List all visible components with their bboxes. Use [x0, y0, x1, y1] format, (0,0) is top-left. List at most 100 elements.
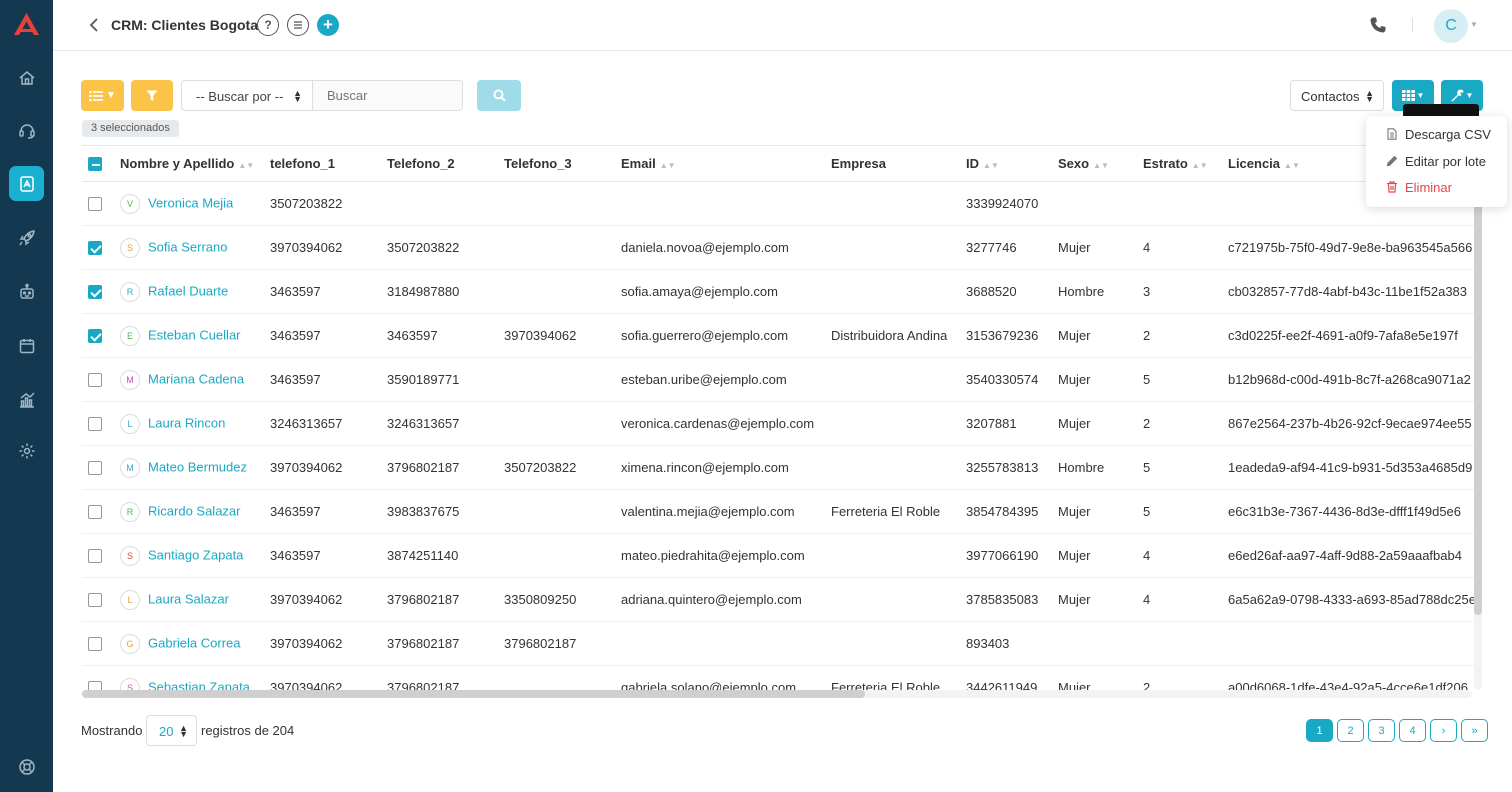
select-caret-icon: ▲ ▼	[293, 88, 302, 104]
column-header-id[interactable]: ID ▲▼	[960, 145, 1052, 182]
cell-telefono-2: 3507203822	[381, 225, 498, 270]
table-row[interactable]: M Mariana Cadena 3463597 3590189771 esteban.…	[82, 357, 1482, 402]
table-row[interactable]: R Rafael Duarte 3463597 3184987880 sofia.ama…	[82, 269, 1482, 314]
column-header-estrato[interactable]: Estrato ▲▼	[1137, 145, 1222, 182]
filter-button[interactable]	[131, 80, 173, 111]
row-checkbox[interactable]	[88, 329, 102, 344]
contact-name-link[interactable]: Laura Rincon	[148, 415, 225, 430]
list-options-button[interactable]: ▼	[81, 80, 124, 111]
sidebar-home-icon[interactable]	[9, 60, 44, 95]
search-input[interactable]	[313, 80, 463, 111]
cell-sexo: Hombre	[1052, 445, 1137, 490]
contact-name-link[interactable]: Ricardo Salazar	[148, 503, 241, 518]
table-row[interactable]: E Esteban Cuellar 3463597 3463597 3970394062…	[82, 313, 1482, 358]
trash-icon	[1387, 181, 1397, 193]
table-row[interactable]: G Gabriela Correa 3970394062 3796802187 3796…	[82, 621, 1482, 666]
row-checkbox[interactable]	[88, 505, 102, 520]
table-row[interactable]: V Veronica Mejia 3507203822 3339924070	[82, 181, 1482, 226]
page-button-3[interactable]: 3	[1368, 719, 1395, 742]
row-checkbox[interactable]	[88, 285, 102, 300]
add-button[interactable]: +	[317, 14, 339, 36]
page-last-button[interactable]: »	[1461, 719, 1488, 742]
column-header-sexo[interactable]: Sexo ▲▼	[1052, 145, 1137, 182]
select-all-checkbox[interactable]	[88, 157, 102, 172]
back-chevron-icon[interactable]	[87, 16, 101, 34]
view-select[interactable]: Contactos ▲ ▼	[1290, 80, 1384, 111]
contact-name-link[interactable]: Laura Salazar	[148, 591, 229, 606]
user-avatar[interactable]: C	[1434, 9, 1468, 43]
per-page-select[interactable]: 20 ▲ ▼	[146, 715, 197, 746]
page-button-4[interactable]: 4	[1399, 719, 1426, 742]
sidebar-chart-icon[interactable]	[9, 382, 44, 417]
column-header-telefono-2: Telefono_2	[381, 145, 498, 182]
sidebar-settings-icon[interactable]	[9, 433, 44, 468]
contact-name-link[interactable]: Mateo Bermudez	[148, 459, 247, 474]
sidebar-support-icon[interactable]	[9, 749, 44, 784]
column-header-name[interactable]: Nombre y Apellido ▲▼	[114, 145, 264, 182]
row-checkbox[interactable]	[88, 461, 102, 476]
row-checkbox[interactable]	[88, 549, 102, 564]
page-button-1[interactable]: 1	[1306, 719, 1333, 742]
row-checkbox[interactable]	[88, 593, 102, 608]
contact-initial: G	[120, 633, 140, 654]
contact-name-link[interactable]: Santiago Zapata	[148, 547, 243, 562]
cell-empresa	[825, 533, 960, 578]
cell-empresa: Ferreteria El Roble	[825, 489, 960, 534]
contact-name-link[interactable]: Gabriela Correa	[148, 635, 241, 650]
app-logo-icon[interactable]	[13, 12, 40, 36]
sidebar-robot-icon[interactable]	[9, 274, 44, 309]
help-button[interactable]: ?	[257, 14, 279, 36]
sidebar-rocket-icon[interactable]	[9, 220, 44, 255]
horizontal-scrollbar[interactable]	[82, 690, 1472, 698]
row-checkbox[interactable]	[88, 417, 102, 432]
list-view-button[interactable]	[287, 14, 309, 36]
cell-telefono-2: 3874251140	[381, 533, 498, 578]
contact-name-link[interactable]: Rafael Duarte	[148, 283, 228, 298]
search-field-select[interactable]: -- Buscar por -- ▲ ▼	[181, 80, 313, 111]
list-icon	[294, 21, 302, 29]
horizontal-scrollbar-thumb[interactable]	[82, 690, 865, 698]
sidebar-headset-icon[interactable]	[9, 112, 44, 147]
caret-down-icon: ▼	[1416, 91, 1425, 100]
contact-name-link[interactable]: Esteban Cuellar	[148, 327, 241, 342]
cell-name: S Sebastian Zapata	[114, 665, 264, 693]
page-button-2[interactable]: 2	[1337, 719, 1364, 742]
sidebar-crm-icon[interactable]	[9, 166, 44, 201]
avatar-caret-icon[interactable]: ▼	[1470, 20, 1478, 29]
column-header-email[interactable]: Email ▲▼	[615, 145, 825, 182]
table-row[interactable]: M Mateo Bermudez 3970394062 3796802187 35072…	[82, 445, 1482, 490]
cell-telefono-1: 3463597	[264, 489, 381, 534]
table-row[interactable]: S Santiago Zapata 3463597 3874251140 mateo.p…	[82, 533, 1482, 578]
phone-icon[interactable]	[1369, 16, 1387, 34]
sort-icon: ▲▼	[983, 161, 999, 170]
row-checkbox[interactable]	[88, 197, 102, 212]
table-row[interactable]: S Sebastian Zapata 3970394062 3796802187 gab…	[82, 665, 1482, 693]
menu-item-delete[interactable]: Eliminar	[1386, 178, 1452, 196]
cell-licencia: 6a5a62a9-0798-4333-a693-85ad788dc25e	[1222, 577, 1482, 622]
vertical-scrollbar-thumb[interactable]	[1474, 195, 1482, 615]
topbar-divider	[1412, 18, 1413, 32]
contact-name-link[interactable]: Veronica Mejia	[148, 195, 233, 210]
table-row[interactable]: L Laura Salazar 3970394062 3796802187 335080…	[82, 577, 1482, 622]
table-row[interactable]: R Ricardo Salazar 3463597 3983837675 valenti…	[82, 489, 1482, 534]
table-row[interactable]: L Laura Rincon 3246313657 3246313657 veronic…	[82, 401, 1482, 446]
row-checkbox[interactable]	[88, 637, 102, 652]
search-button[interactable]	[477, 80, 521, 111]
cell-empresa	[825, 577, 960, 622]
table-row[interactable]: S Sofia Serrano 3970394062 3507203822 daniel…	[82, 225, 1482, 270]
row-checkbox[interactable]	[88, 241, 102, 256]
cell-empresa	[825, 621, 960, 666]
sidebar-calendar-icon[interactable]	[9, 328, 44, 363]
cell-licencia: 1eadeda9-af94-41c9-b931-5d353a4685d9	[1222, 445, 1482, 490]
page-next-button[interactable]: ›	[1430, 719, 1457, 742]
contact-name-link[interactable]: Sofia Serrano	[148, 239, 228, 254]
column-header-label: Estrato	[1143, 156, 1188, 171]
menu-item-download-csv[interactable]: Descarga CSV	[1386, 125, 1491, 143]
cell-estrato	[1137, 621, 1222, 666]
vertical-scrollbar[interactable]	[1474, 145, 1482, 690]
menu-item-batch-edit[interactable]: Editar por lote	[1386, 152, 1486, 170]
contact-name-link[interactable]: Mariana Cadena	[148, 371, 244, 386]
row-checkbox[interactable]	[88, 373, 102, 388]
cell-empresa	[825, 445, 960, 490]
menu-item-label: Eliminar	[1405, 179, 1452, 195]
